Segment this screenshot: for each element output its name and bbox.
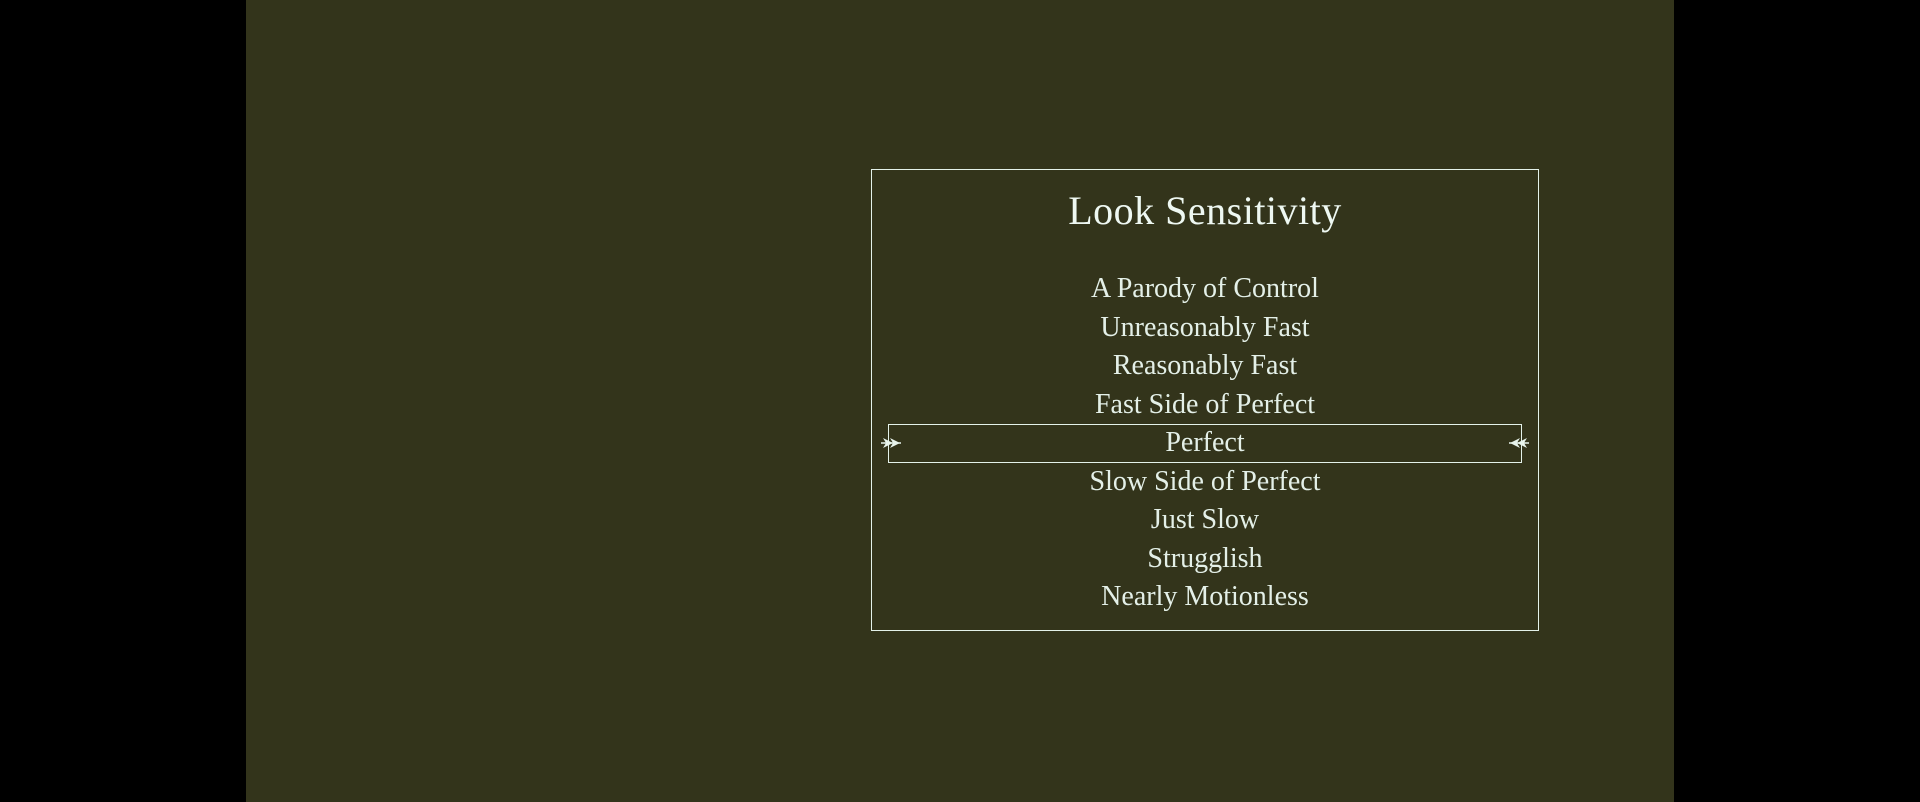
option-nearly-motionless[interactable]: Nearly Motionless <box>872 578 1538 617</box>
look-sensitivity-menu: Look Sensitivity A Parody of Control Unr… <box>871 169 1539 631</box>
option-label: Reasonably Fast <box>1112 350 1298 381</box>
option-a-parody-of-control[interactable]: A Parody of Control <box>872 270 1538 309</box>
option-fast-side-of-perfect[interactable]: Fast Side of Perfect <box>872 386 1538 425</box>
arrow-left-icon <box>1509 438 1529 449</box>
option-reasonably-fast[interactable]: Reasonably Fast <box>872 347 1538 386</box>
option-strugglish[interactable]: Strugglish <box>872 540 1538 579</box>
letterbox-right <box>1674 0 1920 802</box>
option-unreasonably-fast[interactable]: Unreasonably Fast <box>872 309 1538 348</box>
option-slow-side-of-perfect[interactable]: Slow Side of Perfect <box>872 463 1538 502</box>
option-label: Nearly Motionless <box>1101 581 1309 612</box>
option-label: Just Slow <box>1150 504 1260 535</box>
option-label: Perfect <box>1165 427 1245 458</box>
option-label: Unreasonably Fast <box>1100 311 1310 343</box>
sensitivity-options-list: A Parody of Control Unreasonably Fast Re… <box>872 270 1538 617</box>
option-just-slow[interactable]: Just Slow <box>872 501 1538 540</box>
option-label: Strugglish <box>1147 542 1263 574</box>
game-viewport: Look Sensitivity A Parody of Control Unr… <box>246 0 1674 802</box>
menu-title: Look Sensitivity <box>1068 188 1342 233</box>
letterbox-left <box>0 0 246 802</box>
option-perfect-selected[interactable]: Perfect <box>872 424 1538 463</box>
option-label: Fast Side of Perfect <box>1094 388 1316 420</box>
option-label: A Parody of Control <box>1091 273 1319 304</box>
arrow-right-icon <box>881 438 901 449</box>
option-label: Slow Side of Perfect <box>1089 465 1321 497</box>
